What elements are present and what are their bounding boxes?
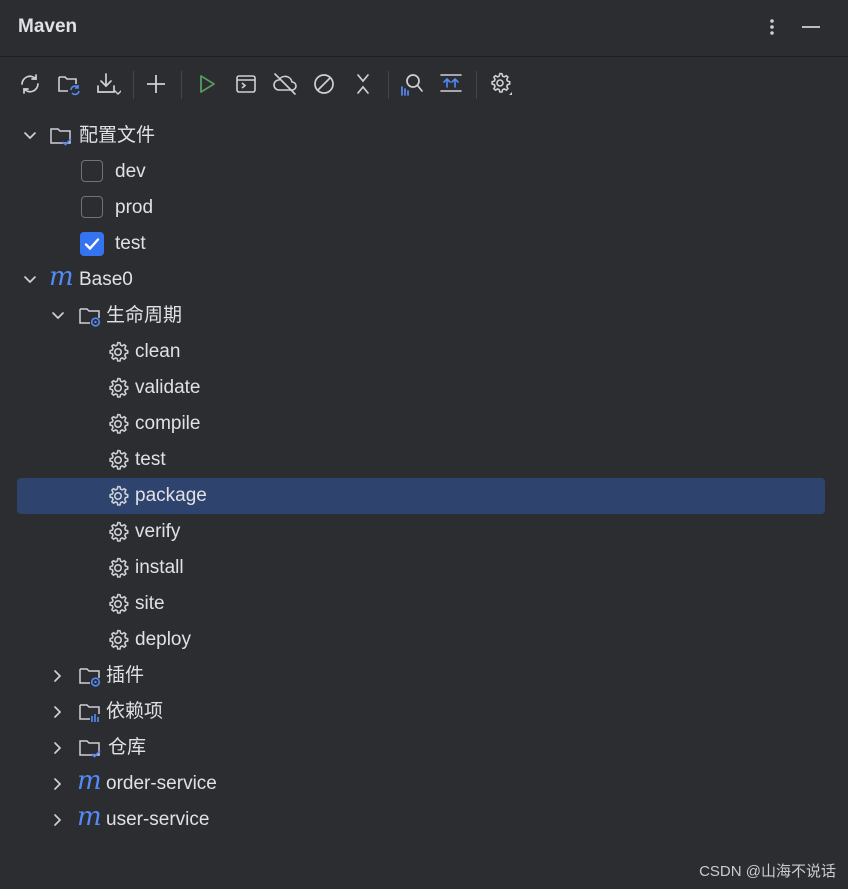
watermark: CSDN @山海不说话 <box>699 863 836 880</box>
maven-toolbar <box>0 58 848 110</box>
tool-window-title: Maven <box>18 16 78 37</box>
profile-item-dev[interactable]: dev <box>17 154 825 190</box>
lifecycle-goal-test[interactable]: test <box>17 442 825 478</box>
toolbar-separator <box>133 71 134 99</box>
repositories-folder-icon <box>79 740 101 758</box>
lifecycle-goal-install[interactable]: install <box>17 550 825 586</box>
execute-goal-icon[interactable] <box>230 68 262 100</box>
lifecycle-goal-validate[interactable]: validate <box>17 370 825 406</box>
lifecycle-folder-icon <box>79 308 101 327</box>
chevron-right-icon[interactable] <box>49 811 67 829</box>
lifecycle-goal-clean[interactable]: clean <box>17 334 825 370</box>
maven-project-icon: m <box>77 802 102 832</box>
tree-node-repositories[interactable]: 仓库 <box>17 730 825 766</box>
toolbar-separator <box>388 71 389 99</box>
gear-icon <box>109 449 129 470</box>
goal-label: package <box>135 485 207 506</box>
tree-node-project-base0[interactable]: m Base0 <box>17 262 825 298</box>
profile-checkbox-checked[interactable] <box>80 232 104 256</box>
lifecycle-goal-package[interactable]: package <box>17 478 825 514</box>
profile-checkbox[interactable] <box>81 196 103 218</box>
toolbar-separator <box>476 71 477 99</box>
tree-node-plugins[interactable]: 插件 <box>17 658 825 694</box>
download-sources-icon[interactable] <box>92 68 124 100</box>
chevron-right-icon[interactable] <box>49 703 67 721</box>
goal-label: site <box>135 593 165 614</box>
reload-icon[interactable] <box>14 68 46 100</box>
gear-icon <box>109 593 129 614</box>
goal-label: validate <box>135 377 201 398</box>
tree-node-label: 配置文件 <box>79 125 156 146</box>
tree-node-label: Base0 <box>79 269 133 290</box>
goal-label: compile <box>135 413 201 434</box>
gear-icon <box>109 557 129 578</box>
chevron-right-icon[interactable] <box>49 775 67 793</box>
lifecycle-goal-verify[interactable]: verify <box>17 514 825 550</box>
gear-icon <box>109 341 129 362</box>
tree-node-label: 插件 <box>106 665 145 686</box>
gear-icon <box>109 485 129 506</box>
goal-label: install <box>135 557 184 578</box>
lifecycle-goal-site[interactable]: site <box>17 586 825 622</box>
chevron-right-icon[interactable] <box>49 739 67 757</box>
profile-item-prod[interactable]: prod <box>17 190 825 226</box>
profile-label: test <box>115 233 146 254</box>
profile-label: dev <box>115 161 146 182</box>
gear-icon <box>109 413 129 434</box>
tree-node-module-order-service[interactable]: m order-service <box>17 766 825 802</box>
collapse-all-icon[interactable] <box>347 68 379 100</box>
tool-window-header: Maven <box>0 0 848 57</box>
tree-node-lifecycle[interactable]: 生命周期 <box>17 298 825 334</box>
settings-icon[interactable] <box>485 68 517 100</box>
tree-node-label: user-service <box>106 809 210 830</box>
goal-label: clean <box>135 341 181 362</box>
chevron-right-icon[interactable] <box>49 667 67 685</box>
more-vertical-icon[interactable] <box>757 12 787 42</box>
add-icon[interactable] <box>140 68 172 100</box>
toolbar-separator <box>181 71 182 99</box>
profiles-folder-icon <box>50 128 72 146</box>
analyze-dependencies-icon[interactable] <box>395 68 427 100</box>
tree-node-profiles[interactable]: 配置文件 <box>17 118 825 154</box>
goal-label: deploy <box>135 629 191 650</box>
reload-project-icon[interactable] <box>53 68 85 100</box>
chevron-down-icon[interactable] <box>21 271 39 289</box>
lifecycle-goal-deploy[interactable]: deploy <box>17 622 825 658</box>
skip-tests-icon[interactable] <box>308 68 340 100</box>
gear-icon <box>109 629 129 650</box>
minimize-icon[interactable] <box>796 12 826 42</box>
tree-node-label: 仓库 <box>108 737 147 758</box>
goal-label: verify <box>135 521 181 542</box>
gear-icon <box>109 521 129 542</box>
dependencies-folder-icon <box>79 704 100 722</box>
tree-node-label: 生命周期 <box>106 305 183 326</box>
tree-node-module-user-service[interactable]: m user-service <box>17 802 825 838</box>
chevron-down-icon[interactable] <box>49 307 67 325</box>
lifecycle-goal-compile[interactable]: compile <box>17 406 825 442</box>
profile-label: prod <box>115 197 154 218</box>
maven-project-icon: m <box>49 262 74 292</box>
plugins-folder-icon <box>79 668 101 687</box>
tree-node-label: 依赖项 <box>106 701 164 722</box>
tree-node-dependencies[interactable]: 依赖项 <box>17 694 825 730</box>
goal-label: test <box>135 449 166 470</box>
profile-item-test[interactable]: test <box>17 226 825 262</box>
offline-mode-icon[interactable] <box>269 68 301 100</box>
gear-icon <box>109 377 129 398</box>
show-dependencies-icon[interactable] <box>435 68 467 100</box>
tree-node-label: order-service <box>106 773 217 794</box>
run-icon[interactable] <box>191 68 223 100</box>
profile-checkbox[interactable] <box>81 160 103 182</box>
chevron-down-icon[interactable] <box>21 127 39 145</box>
maven-project-icon: m <box>77 766 102 796</box>
